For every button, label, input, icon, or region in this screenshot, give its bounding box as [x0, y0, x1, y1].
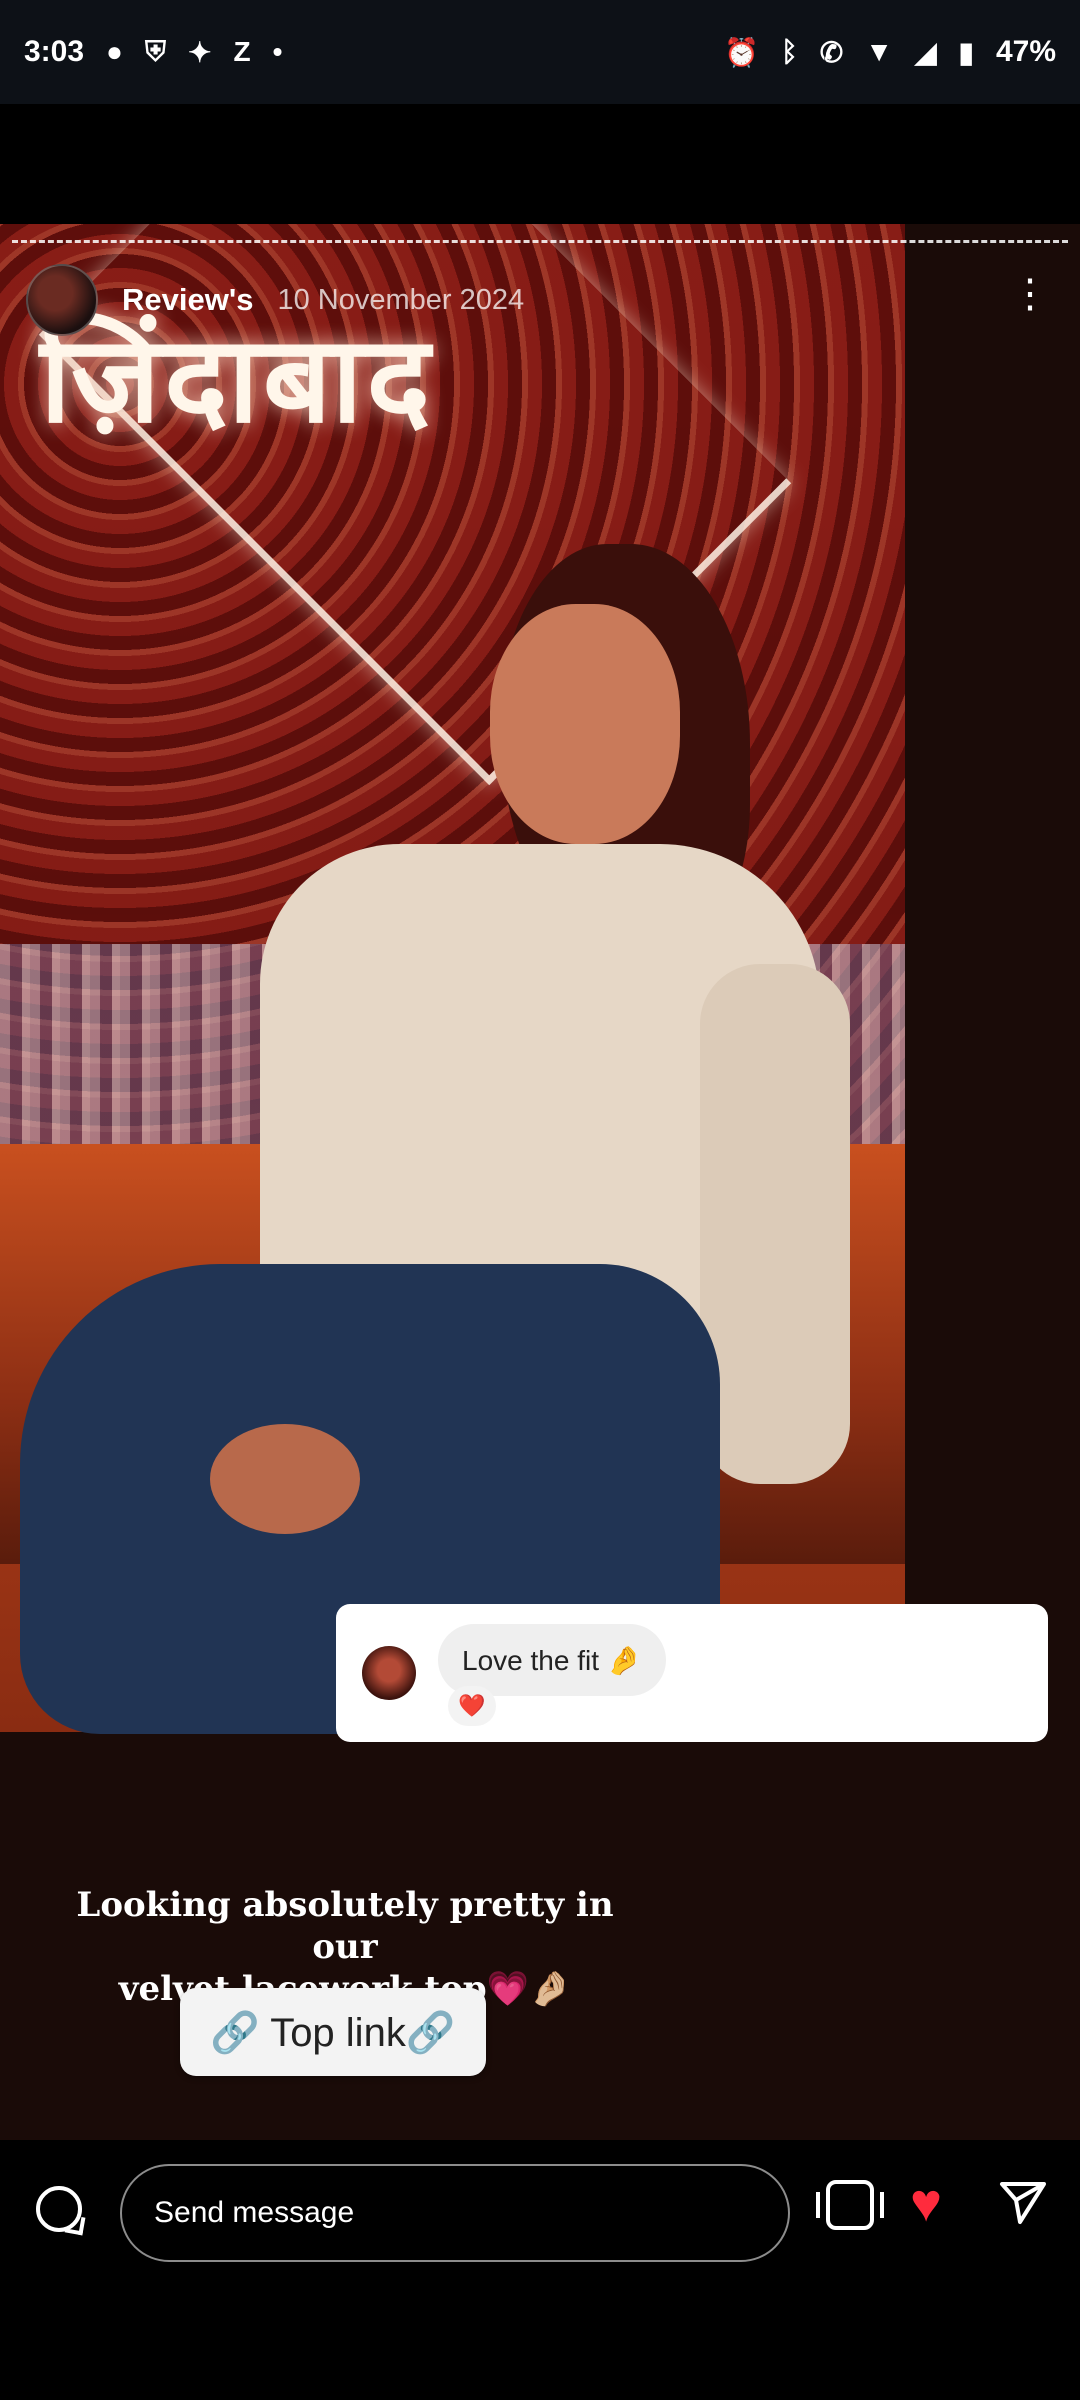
link-sticker-label: Top link🔗: [270, 2010, 456, 2055]
status-bar: 3:03 ● ⛨ ✦ Z • ⏰ ᛒ ✆ ▼ ◢ ▮ 47%: [0, 0, 1080, 104]
battery-icon: ▮: [958, 36, 974, 68]
bluetooth-icon: ᛒ: [780, 36, 798, 67]
battery-level: 47%: [995, 35, 1056, 68]
person-hand: [210, 1424, 360, 1534]
send-message-input[interactable]: Send message: [120, 2164, 790, 2262]
heart-icon[interactable]: ♥: [910, 2176, 942, 2230]
comment-icon[interactable]: [36, 2186, 82, 2232]
comment-sticker[interactable]: Love the fit 🤌 ❤️: [336, 1604, 1048, 1742]
heart-reaction-icon: ❤️: [448, 1686, 496, 1726]
comment-text: Love the fit 🤌: [462, 1644, 642, 1676]
device-icon[interactable]: [816, 2180, 884, 2230]
avatar[interactable]: [26, 264, 98, 336]
status-bar-left: 3:03 ● ⛨ ✦ Z •: [24, 35, 282, 69]
more-vertical-icon[interactable]: ⋮: [1010, 274, 1050, 314]
person-face: [490, 604, 680, 844]
link-sticker[interactable]: 🔗 Top link🔗: [180, 1988, 486, 2076]
person-arm: [700, 964, 850, 1484]
story-reply-bar: Send message ♥: [0, 2140, 1080, 2400]
alarm-icon: ⏰: [724, 36, 759, 68]
photo-person: [20, 544, 900, 1744]
status-time: 3:03: [24, 35, 85, 68]
send-message-placeholder: Send message: [154, 2196, 355, 2229]
dot-icon: •: [272, 36, 283, 67]
story-view[interactable]: ज़िंदाबाद Review's 10 November 2024 ⋮ Lo…: [0, 224, 1080, 2140]
top-spacer: [0, 104, 1080, 224]
z-icon: Z: [233, 36, 251, 67]
story-photo: ज़िंदाबाद: [0, 224, 905, 1734]
caption-line-1: Looking absolutely pretty in our: [76, 1885, 614, 1967]
link-icon: 🔗: [210, 2010, 261, 2055]
story-date: 10 November 2024: [277, 283, 525, 316]
wifi-icon: ▼: [865, 36, 893, 67]
status-bar-right: ⏰ ᛒ ✆ ▼ ◢ ▮ 47%: [724, 35, 1056, 69]
shield-icon: ⛨: [144, 35, 166, 67]
story-username[interactable]: Review's: [122, 282, 253, 318]
story-header: Review's 10 November 2024: [26, 264, 524, 336]
chat-bubble-icon: ●: [106, 36, 123, 67]
commenter-avatar: [362, 1646, 416, 1700]
signal-icon: ◢: [914, 36, 937, 68]
wifi-call-icon: ✆: [819, 36, 844, 68]
story-progress-bar: [12, 240, 1068, 243]
send-icon[interactable]: [998, 2176, 1048, 2226]
app-icon: ✦: [187, 36, 212, 68]
